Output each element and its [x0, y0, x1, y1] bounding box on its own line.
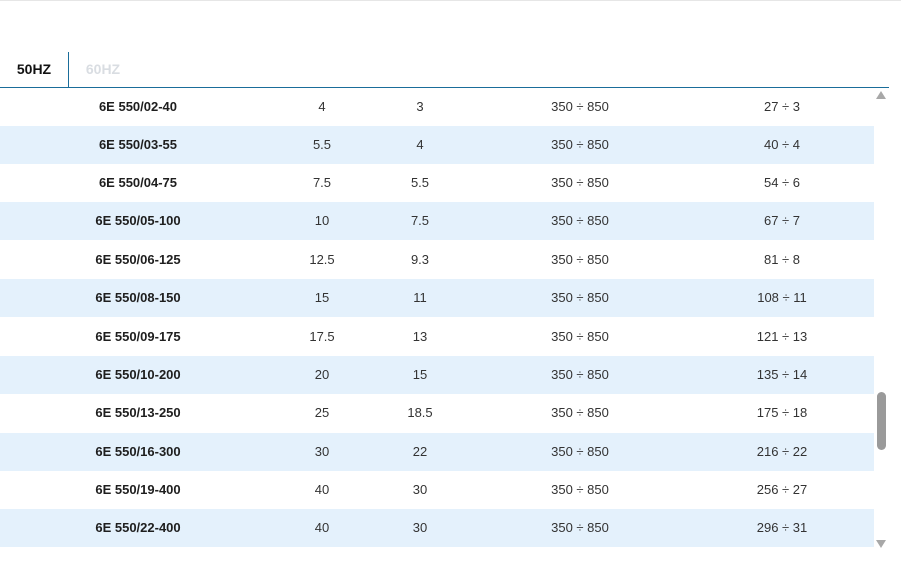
- power-hp-cell: 18.5: [407, 405, 433, 420]
- model-cell: 6E 550/04-75: [98, 175, 178, 190]
- table-row: 6E 550/05-100 10 7.5 350 ÷ 850 67 ÷ 7: [0, 202, 874, 240]
- flow-range-cell: 350 ÷ 850: [551, 444, 609, 459]
- table-row: 6E 550/22-400 40 30 350 ÷ 850 296 ÷ 31: [0, 509, 874, 547]
- power-kw-cell: 10: [314, 213, 330, 228]
- head-range-cell: 175 ÷ 18: [756, 405, 808, 420]
- power-hp-cell: 22: [412, 444, 428, 459]
- flow-range-cell: 350 ÷ 850: [551, 367, 609, 382]
- power-kw-cell: 15: [314, 290, 330, 305]
- head-range-cell: 135 ÷ 14: [756, 367, 808, 382]
- model-cell: 6E 550/16-300: [95, 444, 181, 459]
- flow-range-cell: 350 ÷ 850: [551, 252, 609, 267]
- power-hp-cell: 13: [412, 329, 428, 344]
- table-row: 6E 550/06-125 12.5 9.3 350 ÷ 850 81 ÷ 8: [0, 241, 874, 279]
- power-kw-cell: 40: [314, 520, 330, 535]
- head-range-cell: 67 ÷ 7: [763, 213, 801, 228]
- flow-range-cell: 350 ÷ 850: [551, 213, 609, 228]
- table-row: 6E 550/10-200 20 15 350 ÷ 850 135 ÷ 14: [0, 356, 874, 394]
- flow-range-cell: 350 ÷ 850: [551, 482, 609, 497]
- power-kw-cell: 20: [314, 367, 330, 382]
- flow-range-cell: 350 ÷ 850: [551, 520, 609, 535]
- model-cell: 6E 550/09-175: [95, 329, 181, 344]
- power-hp-cell: 5.5: [410, 175, 430, 190]
- power-hp-cell: 7.5: [410, 213, 430, 228]
- models-table: 6E 550/02-40 4 3 350 ÷ 850 27 ÷ 3 6E 550…: [0, 88, 874, 548]
- head-range-cell: 296 ÷ 31: [756, 520, 808, 535]
- power-hp-cell: 30: [412, 520, 428, 535]
- triangle-down-icon[interactable]: [876, 540, 886, 548]
- model-cell: 6E 550/03-55: [98, 137, 178, 152]
- head-range-cell: 108 ÷ 11: [757, 290, 807, 305]
- power-hp-cell: 4: [416, 137, 424, 152]
- flow-range-cell: 350 ÷ 850: [551, 405, 609, 420]
- model-cell: 6E 550/05-100: [95, 213, 181, 228]
- tab-50hz[interactable]: 50HZ: [0, 52, 68, 87]
- model-cell: 6E 550/02-40: [98, 99, 178, 114]
- table-row: 6E 550/13-250 25 18.5 350 ÷ 850 175 ÷ 18: [0, 394, 874, 432]
- table-row: 6E 550/04-75 7.5 5.5 350 ÷ 850 54 ÷ 6: [0, 164, 874, 202]
- power-kw-cell: 5.5: [312, 137, 332, 152]
- power-kw-cell: 40: [314, 482, 330, 497]
- table-row: 6E 550/09-175 17.5 13 350 ÷ 850 121 ÷ 13: [0, 318, 874, 356]
- head-range-cell: 27 ÷ 3: [763, 99, 801, 114]
- power-hp-cell: 30: [412, 482, 428, 497]
- flow-range-cell: 350 ÷ 850: [551, 329, 609, 344]
- power-kw-cell: 12.5: [309, 252, 335, 267]
- table-row: 6E 550/19-400 40 30 350 ÷ 850 256 ÷ 27: [0, 471, 874, 509]
- power-hp-cell: 9.3: [410, 252, 430, 267]
- flow-range-cell: 350 ÷ 850: [551, 290, 609, 305]
- power-kw-cell: 25: [314, 405, 330, 420]
- model-cell: 6E 550/06-125: [95, 252, 181, 267]
- triangle-up-icon[interactable]: [876, 91, 886, 99]
- frequency-tabs: 50HZ 60HZ: [0, 52, 889, 88]
- head-range-cell: 81 ÷ 8: [763, 252, 801, 267]
- model-cell: 6E 550/19-400: [95, 482, 181, 497]
- power-hp-cell: 11: [413, 290, 427, 305]
- power-kw-cell: 7.5: [312, 175, 332, 190]
- model-cell: 6E 550/22-400: [95, 520, 181, 535]
- power-kw-cell: 17.5: [309, 329, 335, 344]
- flow-range-cell: 350 ÷ 850: [551, 175, 609, 190]
- flow-range-cell: 350 ÷ 850: [551, 99, 609, 114]
- head-range-cell: 256 ÷ 27: [756, 482, 808, 497]
- head-range-cell: 216 ÷ 22: [756, 444, 808, 459]
- table-row: 6E 550/16-300 30 22 350 ÷ 850 216 ÷ 22: [0, 433, 874, 471]
- model-cell: 6E 550/08-150: [95, 290, 181, 305]
- head-range-cell: 54 ÷ 6: [763, 175, 801, 190]
- table-row: 6E 550/02-40 4 3 350 ÷ 850 27 ÷ 3: [0, 88, 874, 126]
- head-range-cell: 121 ÷ 13: [756, 329, 808, 344]
- table-row: 6E 550/08-150 15 11 350 ÷ 850 108 ÷ 11: [0, 279, 874, 317]
- scrollbar-thumb[interactable]: [877, 392, 886, 450]
- power-hp-cell: 3: [416, 99, 424, 114]
- tab-60hz[interactable]: 60HZ: [69, 52, 137, 87]
- power-hp-cell: 15: [412, 367, 428, 382]
- flow-range-cell: 350 ÷ 850: [551, 137, 609, 152]
- table-row: 6E 550/03-55 5.5 4 350 ÷ 850 40 ÷ 4: [0, 126, 874, 164]
- model-cell: 6E 550/13-250: [95, 405, 181, 420]
- top-divider: [0, 0, 901, 1]
- power-kw-cell: 4: [318, 99, 326, 114]
- table-scrollbar[interactable]: [874, 88, 889, 548]
- model-cell: 6E 550/10-200: [95, 367, 181, 382]
- power-kw-cell: 30: [314, 444, 330, 459]
- head-range-cell: 40 ÷ 4: [763, 137, 801, 152]
